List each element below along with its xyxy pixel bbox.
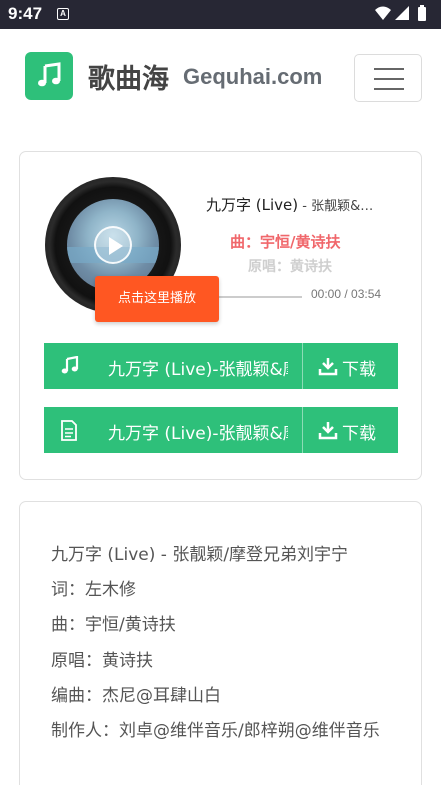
- download-row-lyrics[interactable]: 九万字 (Live)-张靓颖&摩登兄弟刘宇宁 下载: [44, 407, 398, 453]
- download-label: 下载: [342, 360, 376, 380]
- notification-icon: A: [57, 8, 69, 20]
- wifi-icon: [375, 6, 391, 20]
- document-icon: [61, 420, 77, 441]
- brand-name-cn[interactable]: 歌曲海: [88, 57, 169, 96]
- music-note-icon: [38, 62, 61, 87]
- lyrics-line: 九万字 (Live) - 张靓颖/摩登兄弟刘宇宁: [51, 545, 349, 565]
- signal-icon: [395, 6, 409, 20]
- song-original-singer: 原唱：黄诗扶: [248, 259, 332, 275]
- player-card: 九万字 (Live) - 张靓颖&… 曲：宇恒/黄诗扶 原唱：黄诗扶 00:00…: [19, 151, 422, 480]
- download-button[interactable]: 下载: [318, 343, 398, 389]
- lyrics-line: 编曲：杰尼@耳肆山白: [51, 685, 221, 706]
- divider: [302, 343, 303, 389]
- song-composer: 曲：宇恒/黄诗扶: [230, 233, 341, 251]
- lyrics-line: 制作人：刘卓@维伴音乐/郎梓朔@维伴音乐: [51, 721, 380, 742]
- play-tip-button[interactable]: 点击这里播放: [95, 276, 219, 322]
- hamburger-line: [374, 78, 404, 80]
- brand-name-en[interactable]: Gequhai.com: [183, 64, 322, 90]
- download-button[interactable]: 下载: [318, 407, 398, 453]
- music-note-icon: [61, 356, 79, 374]
- lyrics-line: 曲：宇恒/黄诗扶: [51, 615, 176, 636]
- download-label: 下载: [342, 424, 376, 444]
- status-icons: [375, 5, 426, 21]
- menu-button[interactable]: [354, 54, 422, 102]
- divider: [302, 407, 303, 453]
- download-icon: [318, 358, 338, 376]
- site-logo[interactable]: [25, 52, 73, 100]
- battery-icon: [418, 5, 426, 21]
- status-bar: 9:47 A: [0, 0, 441, 29]
- song-artist: - 张靓颖&…: [298, 199, 374, 214]
- song-title-text: 九万字 (Live): [206, 196, 299, 214]
- lyrics-line: 原唱：黄诗扶: [51, 650, 153, 671]
- hamburger-menu-icon: [374, 68, 404, 70]
- play-triangle: [109, 237, 123, 255]
- play-time: 00:00 / 03:54: [311, 287, 382, 301]
- lyrics-text: 九万字 (Live) - 张靓颖/摩登兄弟刘宇宁 词：左木修 曲：宇恒/黄诗扶 …: [51, 538, 401, 749]
- song-title: 九万字 (Live) - 张靓颖&…: [206, 194, 396, 215]
- download-file-name: 九万字 (Live)-张靓颖&摩登兄弟刘宇宁: [108, 424, 288, 444]
- lyrics-line: 词：左木修: [51, 580, 136, 601]
- play-icon[interactable]: [94, 226, 132, 264]
- download-file-name: 九万字 (Live)-张靓颖&摩登兄弟刘宇宁: [108, 360, 288, 380]
- status-time: 9:47: [8, 4, 43, 23]
- hamburger-line: [374, 88, 404, 90]
- download-row-mp3[interactable]: 九万字 (Live)-张靓颖&摩登兄弟刘宇宁 下载: [44, 343, 398, 389]
- download-icon: [318, 422, 338, 440]
- site-header: 歌曲海 Gequhai.com: [0, 29, 441, 124]
- lyrics-card: 九万字 (Live) - 张靓颖/摩登兄弟刘宇宁 词：左木修 曲：宇恒/黄诗扶 …: [19, 501, 422, 785]
- progress-bar[interactable]: [218, 296, 302, 298]
